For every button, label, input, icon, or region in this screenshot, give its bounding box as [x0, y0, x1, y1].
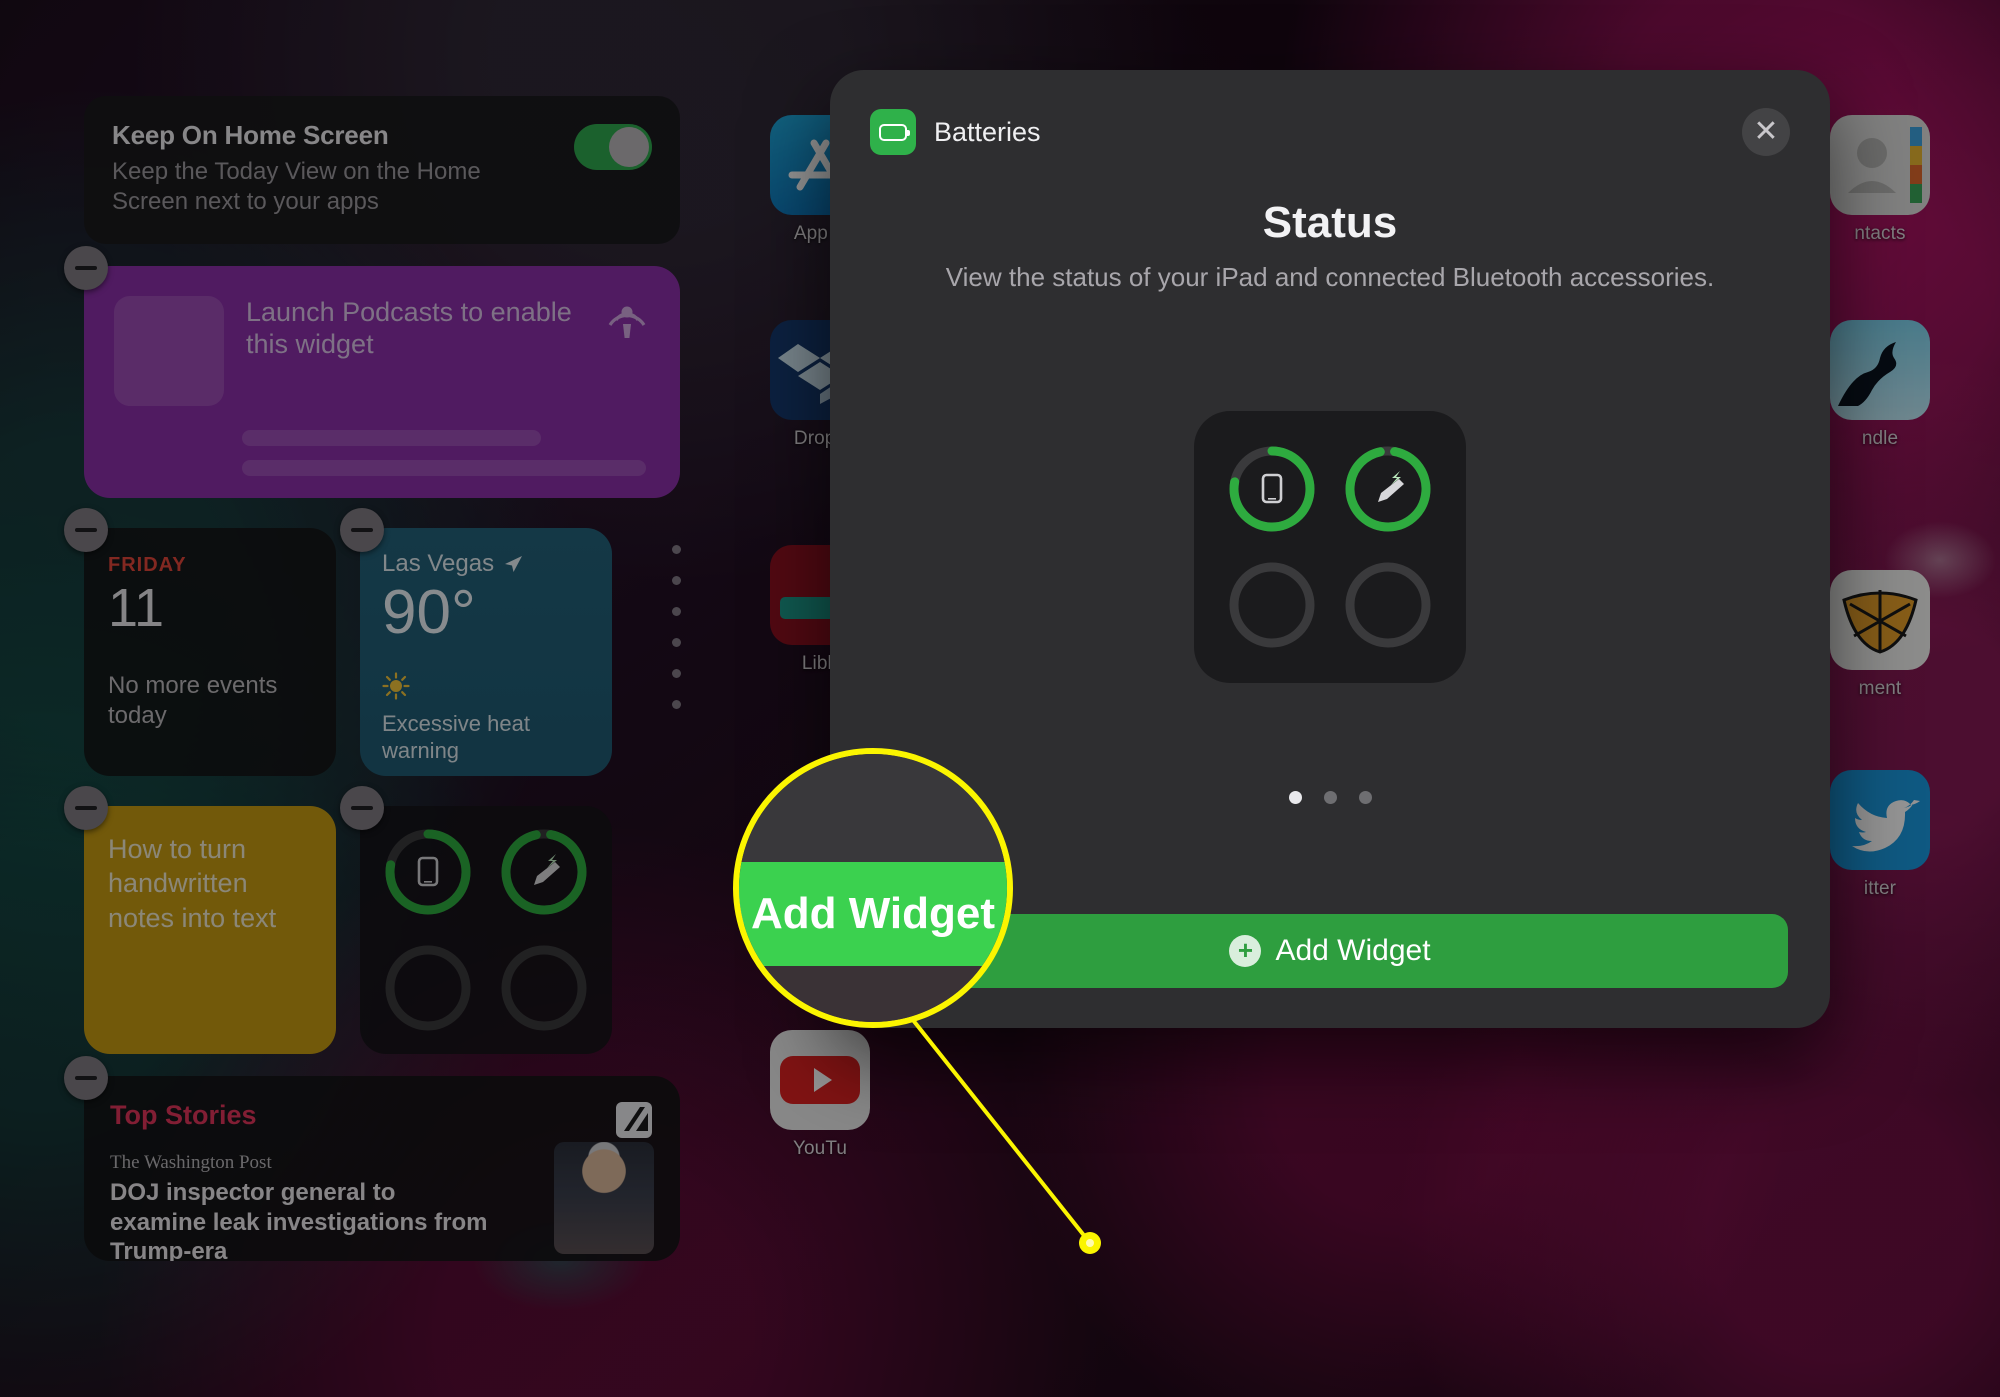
zoom-callout: Add Widget [733, 748, 1013, 1028]
minus-icon [75, 805, 97, 810]
remove-widget-button[interactable] [64, 1055, 108, 1100]
callout-bottom-band [739, 966, 1007, 1022]
dialog-title: Status [1262, 198, 1398, 247]
minus-icon [75, 527, 97, 532]
callout-top-band [739, 754, 1007, 862]
preview-ring-grid [1222, 439, 1438, 655]
dialog-header: Batteries ✕ [830, 70, 1830, 156]
remove-widget-button[interactable] [340, 507, 384, 552]
minus-icon [75, 265, 97, 270]
callout-add-widget-button: Add Widget [739, 862, 1007, 966]
page-dot-3[interactable] [1358, 791, 1372, 804]
remove-widget-button[interactable] [64, 507, 108, 552]
minus-icon [75, 1075, 97, 1080]
remove-widget-button[interactable] [340, 785, 384, 830]
battery-icon [870, 109, 916, 155]
minus-icon [351, 527, 373, 532]
minus-icon [351, 805, 373, 810]
remove-widget-button[interactable] [64, 785, 108, 830]
close-icon[interactable]: ✕ [1742, 108, 1790, 156]
add-widget-button[interactable]: + Add Widget [872, 914, 1788, 988]
widget-preview[interactable] [1194, 411, 1466, 683]
plus-circle-icon: + [1229, 935, 1262, 967]
preview-ring-empty-1 [1222, 555, 1322, 655]
preview-ring-empty-2 [1338, 555, 1438, 655]
dialog-app-name: Batteries [934, 116, 1041, 147]
page-dot-1[interactable] [1288, 791, 1302, 804]
page-dot-2[interactable] [1323, 791, 1337, 804]
preview-ring-apple-pencil [1338, 439, 1438, 539]
dialog-subtitle: View the status of your iPad and connect… [945, 262, 1715, 292]
add-widget-label: Add Widget [1275, 934, 1431, 967]
remove-widget-button[interactable] [64, 245, 108, 290]
preview-ring-ipad [1222, 439, 1322, 539]
callout-add-widget-label: Add Widget [751, 889, 995, 938]
